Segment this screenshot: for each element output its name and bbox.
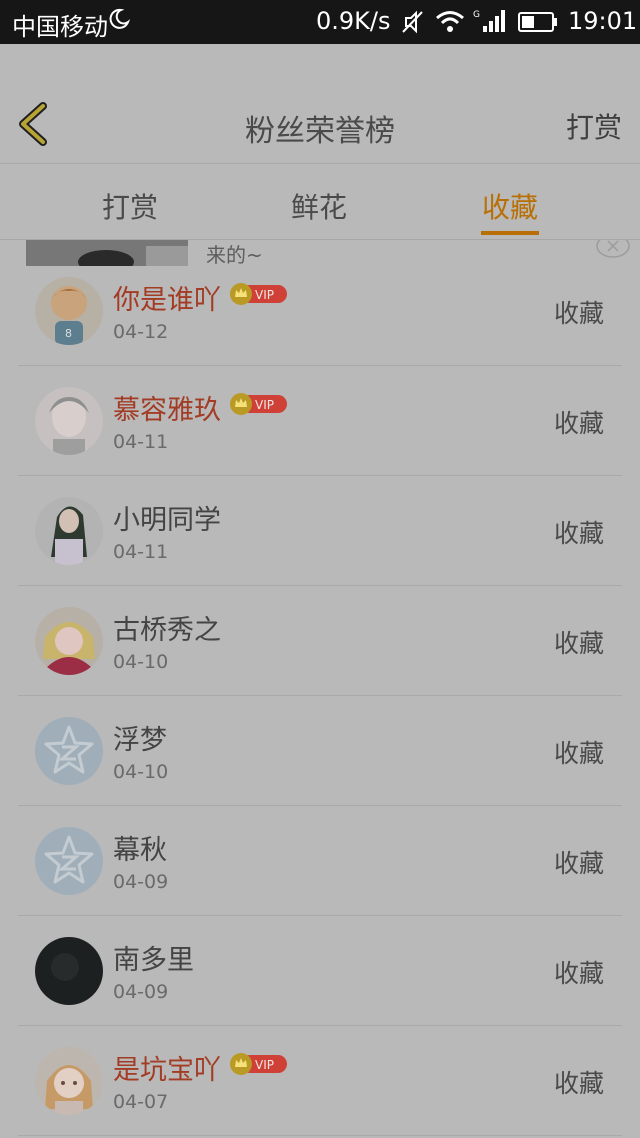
tab-reward[interactable]: 打赏 — [102, 186, 158, 226]
fan-name[interactable]: 小明同学 — [113, 498, 221, 537]
tab-favorites[interactable]: 收藏 — [482, 186, 538, 226]
battery-icon — [518, 12, 557, 32]
fan-date: 04-10 — [113, 761, 169, 783]
fan-date: 04-10 — [113, 651, 169, 673]
default-star-avatar — [35, 717, 103, 785]
list-item[interactable]: 幕秋 04-09 收藏 — [18, 806, 622, 916]
net-speed: 0.9K/s — [316, 7, 391, 35]
status-bar: 中国移动 0.9K/s G 19:01 — [0, 0, 640, 44]
vip-label: VIP — [255, 288, 274, 302]
vip-badge-icon: VIP — [230, 283, 287, 305]
active-tab-indicator — [481, 231, 539, 235]
cartoon-girl-avatar — [35, 1047, 103, 1115]
tab-bar: 打赏 鲜花 收藏 — [0, 164, 640, 240]
default-star-avatar — [35, 827, 103, 895]
cartoon-boy-avatar: 8 — [35, 277, 103, 345]
fan-name[interactable]: 南多里 — [113, 938, 194, 977]
svg-text:G: G — [473, 10, 480, 20]
page-title: 粉丝荣誉榜 — [245, 114, 395, 149]
list-item[interactable]: 古桥秀之 04-10 收藏 — [18, 586, 622, 696]
fan-name[interactable]: 古桥秀之 — [113, 608, 221, 647]
carrier-name: 中国移动 — [12, 13, 108, 41]
list-item[interactable]: 小明同学 04-11 收藏 — [18, 476, 622, 586]
reward-button[interactable]: 打赏 — [566, 106, 622, 146]
list-item[interactable]: 浮梦 04-10 收藏 — [18, 696, 622, 806]
fan-date: 04-09 — [113, 871, 169, 893]
fan-list: 8 你是谁吖 VIP 04-12 收藏 慕容雅玖 VIP 04-11 收藏 小明… — [0, 256, 640, 1136]
list-item[interactable]: 慕容雅玖 VIP 04-11 收藏 — [18, 366, 622, 476]
fan-date: 04-11 — [113, 541, 169, 563]
signal-icon: G — [473, 10, 505, 32]
fan-date: 04-09 — [113, 981, 169, 1003]
favorite-action: 收藏 — [553, 519, 604, 548]
vip-label: VIP — [255, 1058, 274, 1072]
girl-photo-avatar — [35, 497, 103, 565]
favorite-action: 收藏 — [553, 1069, 604, 1098]
photo-avatar — [35, 387, 103, 455]
fan-name[interactable]: 浮梦 — [113, 718, 167, 757]
list-item[interactable]: 南多里 04-09 收藏 — [18, 916, 622, 1026]
moon-icon — [109, 8, 130, 29]
favorite-action: 收藏 — [553, 959, 604, 988]
fan-date: 04-12 — [113, 321, 169, 343]
vip-badge-icon: VIP — [230, 1053, 287, 1075]
favorite-action: 收藏 — [553, 299, 604, 328]
anime-girl-avatar — [35, 607, 103, 675]
fan-name[interactable]: 慕容雅玖 — [113, 388, 221, 427]
clock: 19:01 — [568, 7, 638, 35]
wifi-icon — [436, 11, 464, 32]
fan-name[interactable]: 是坑宝吖 — [113, 1048, 221, 1087]
fan-date: 04-07 — [113, 1091, 169, 1113]
vip-label: VIP — [255, 398, 274, 412]
vip-badge-icon: VIP — [230, 393, 287, 415]
list-item[interactable]: 8 你是谁吖 VIP 04-12 收藏 — [18, 256, 622, 366]
dark-avatar — [35, 937, 103, 1005]
list-item[interactable]: 是坑宝吖 VIP 04-07 收藏 — [18, 1026, 622, 1136]
favorite-action: 收藏 — [553, 849, 604, 878]
favorite-action: 收藏 — [553, 739, 604, 768]
fan-name[interactable]: 幕秋 — [113, 828, 167, 867]
favorite-action: 收藏 — [553, 629, 604, 658]
svg-text:8: 8 — [65, 327, 72, 340]
mute-icon — [402, 10, 423, 34]
fan-name[interactable]: 你是谁吖 — [113, 278, 221, 317]
favorite-action: 收藏 — [553, 409, 604, 438]
header: 粉丝荣誉榜 打赏 — [0, 44, 640, 164]
fan-date: 04-11 — [113, 431, 169, 453]
tab-flowers[interactable]: 鲜花 — [291, 186, 347, 226]
